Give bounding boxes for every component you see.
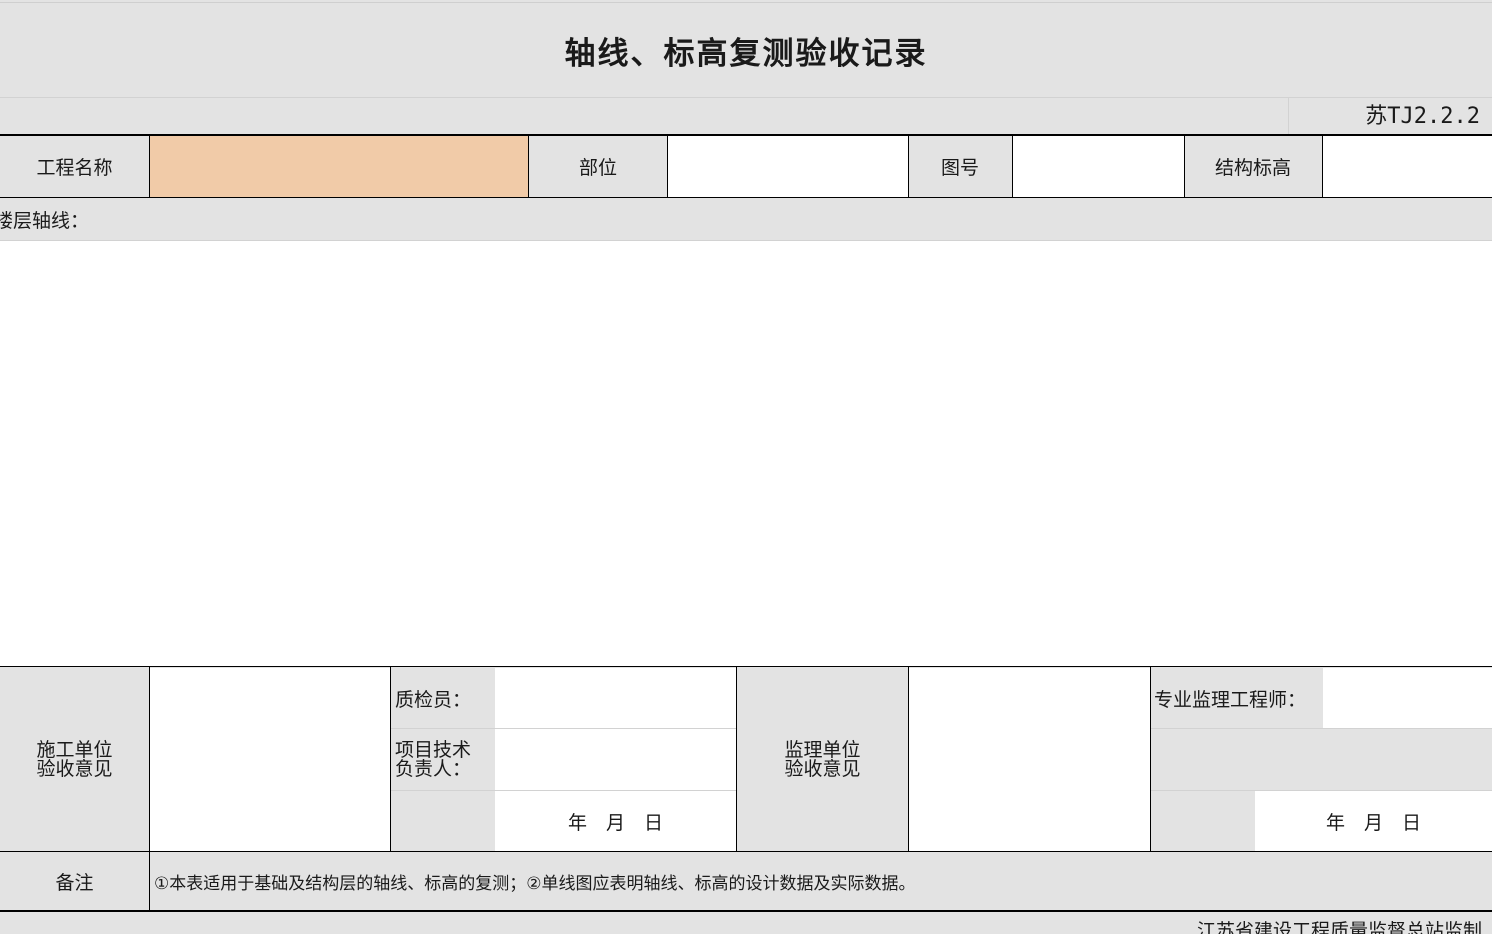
structure-elevation-label: 结构标高 [1214, 156, 1291, 179]
top-gridline [0, 0, 1492, 3]
border-drawing-bottom [0, 666, 1492, 667]
tech-label-line1: 项目技术 [395, 738, 472, 761]
construction-opinion-input[interactable] [150, 668, 391, 851]
part-input[interactable] [668, 136, 908, 197]
inspector-input[interactable] [495, 668, 736, 728]
project-name-label: 工程名称 [36, 156, 113, 179]
supervision-engineer-input[interactable] [1323, 668, 1492, 728]
project-name-input[interactable] [150, 136, 529, 197]
engineer-gridline [1150, 728, 1492, 729]
structure-elevation-input[interactable] [1323, 136, 1492, 197]
vborder [1150, 667, 1151, 851]
tech-label-line2: 负责人： [395, 757, 472, 780]
border-remark-bottom [0, 910, 1492, 912]
construction-opinion-label: 施工单位 验收意见 [0, 668, 149, 851]
supervision-engineer-label: 专业监理工程师： [1154, 688, 1307, 711]
part-label: 部位 [578, 156, 617, 179]
supervision-date[interactable]: 年 月 日 [1255, 791, 1492, 851]
form-title: 轴线、标高复测验收记录 [0, 4, 1492, 98]
tech-lead-label: 项目技术 负责人： [391, 729, 494, 790]
supervision-label-line2: 验收意见 [784, 757, 861, 780]
supervision-label-line1: 监理单位 [784, 738, 861, 761]
construction-label-line2: 验收意见 [36, 757, 113, 780]
vborder [149, 667, 150, 911]
drawing-no-label: 图号 [940, 156, 979, 179]
vborder [390, 667, 391, 851]
code-cell-divider [1288, 98, 1289, 135]
inspector-label: 质检员： [395, 688, 472, 711]
form-code: 苏TJ2.2.2 [1365, 104, 1480, 129]
border-header-top [0, 134, 1492, 136]
remark-label: 备注 [55, 872, 94, 894]
vborder [736, 667, 737, 851]
supervision-opinion-input[interactable] [909, 668, 1150, 851]
vborder [1322, 135, 1323, 197]
tech-lead-input[interactable] [495, 729, 736, 790]
vborder [1012, 135, 1013, 197]
construction-label-line1: 施工单位 [36, 738, 113, 761]
supervision-opinion-label: 监理单位 验收意见 [737, 668, 908, 851]
spreadsheet-sheet: 轴线、标高复测验收记录 苏TJ2.2.2 工程名称 部位 图号 结构标高 楼层轴… [0, 0, 1492, 934]
vborder [908, 135, 909, 197]
vborder [667, 135, 668, 197]
construction-date[interactable]: 年 月 日 [495, 791, 736, 851]
vborder [1184, 135, 1185, 197]
floor-axis-label: 楼层轴线： [0, 210, 90, 232]
drawing-no-input[interactable] [1013, 136, 1184, 197]
vborder [908, 667, 909, 851]
axis-drawing-area[interactable] [0, 241, 1492, 667]
vborder [528, 135, 529, 197]
vborder [149, 135, 150, 197]
remark-text: ①本表适用于基础及结构层的轴线、标高的复测；②单线图应表明轴线、标高的设计数据及… [154, 874, 916, 894]
border-header-bottom [0, 197, 1492, 198]
footer-text: 江苏省建设工程质量监督总站监制 [1196, 920, 1482, 934]
border-opinion-bottom [0, 851, 1492, 852]
code-row [0, 98, 1492, 135]
